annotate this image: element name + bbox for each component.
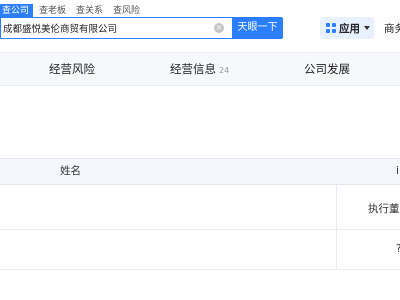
- clear-icon[interactable]: ×: [214, 23, 224, 33]
- business-link[interactable]: 商务: [384, 21, 400, 36]
- apps-grid-icon: [326, 23, 336, 33]
- position-cell: 执行董事: [368, 203, 400, 215]
- search-tab-relation[interactable]: 查关系: [72, 4, 107, 18]
- search-box: ×: [0, 17, 232, 39]
- table-row: 执行董事: [0, 185, 400, 230]
- search-tab-risk[interactable]: 查风险: [109, 4, 144, 18]
- table-header: 姓名 i: [0, 158, 400, 185]
- column-header-name: 姓名: [60, 165, 81, 177]
- caret-down-icon: [364, 26, 370, 30]
- tab-business-risk[interactable]: 经营风险: [49, 53, 95, 87]
- search-tab-boss[interactable]: 查老板: [35, 4, 70, 18]
- search-input[interactable]: [3, 18, 203, 38]
- tab-company-development[interactable]: 公司发展: [304, 53, 350, 87]
- search-button[interactable]: 天眼一下: [232, 17, 283, 39]
- search-tab-company[interactable]: 查公司: [0, 4, 34, 18]
- column-divider: [336, 185, 337, 229]
- tab-business-info[interactable]: 经营信息 24: [170, 53, 229, 87]
- apps-label: 应用: [339, 22, 360, 35]
- section-nav-bar: 经营风险 经营信息 24 公司发展: [0, 52, 400, 86]
- apps-button[interactable]: 应用: [320, 17, 374, 39]
- column-header-position: i: [396, 165, 399, 177]
- page-root: 查公司 查老板 查关系 查风险 × 天眼一下 应用 商务 经营风险 经营信息24…: [0, 0, 400, 300]
- tab-label: 经营信息: [170, 62, 216, 76]
- content-spacer: [0, 86, 400, 158]
- column-divider: [336, 230, 337, 269]
- tab-count-badge: 24: [219, 66, 230, 75]
- tab-label: 公司发展: [304, 62, 350, 76]
- position-cell: ?: [396, 243, 400, 255]
- search-type-tabs: 查公司 查老板 查关系 查风险: [0, 4, 146, 18]
- table-row: ?: [0, 230, 400, 270]
- tab-label: 经营风险: [49, 62, 95, 76]
- top-header: 查公司 查老板 查关系 查风险 × 天眼一下 应用 商务: [0, 0, 400, 52]
